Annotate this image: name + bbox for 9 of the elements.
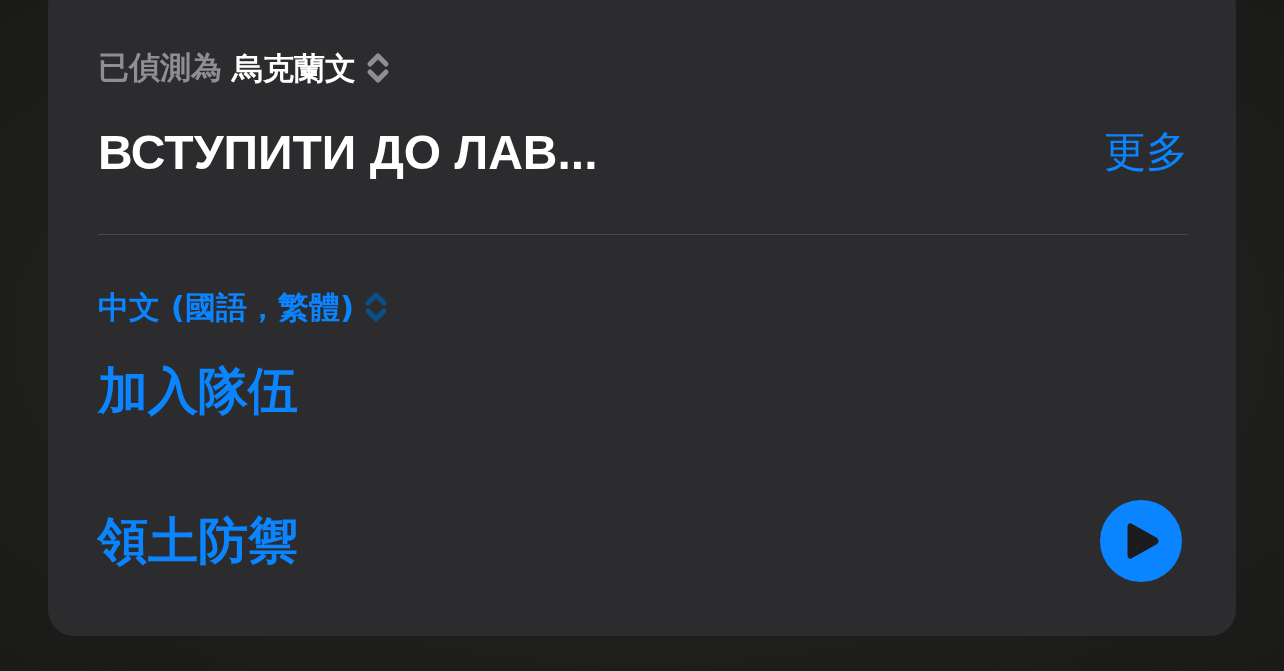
play-button[interactable] — [1100, 500, 1182, 582]
detected-label: 已偵測為 — [98, 48, 222, 87]
translation-text: 加入隊伍 — [98, 360, 298, 422]
source-text: ВСТУПИТИ ДО ЛАВ... — [98, 124, 598, 180]
translation-text: 領土防禦 — [98, 510, 298, 572]
chevron-up-down-icon[interactable] — [366, 51, 390, 85]
source-language-button[interactable]: 烏克蘭文 — [232, 48, 356, 88]
target-language-button[interactable]: 中文 (國語，繁體) — [98, 287, 355, 327]
more-link[interactable]: 更多 — [1104, 124, 1188, 180]
